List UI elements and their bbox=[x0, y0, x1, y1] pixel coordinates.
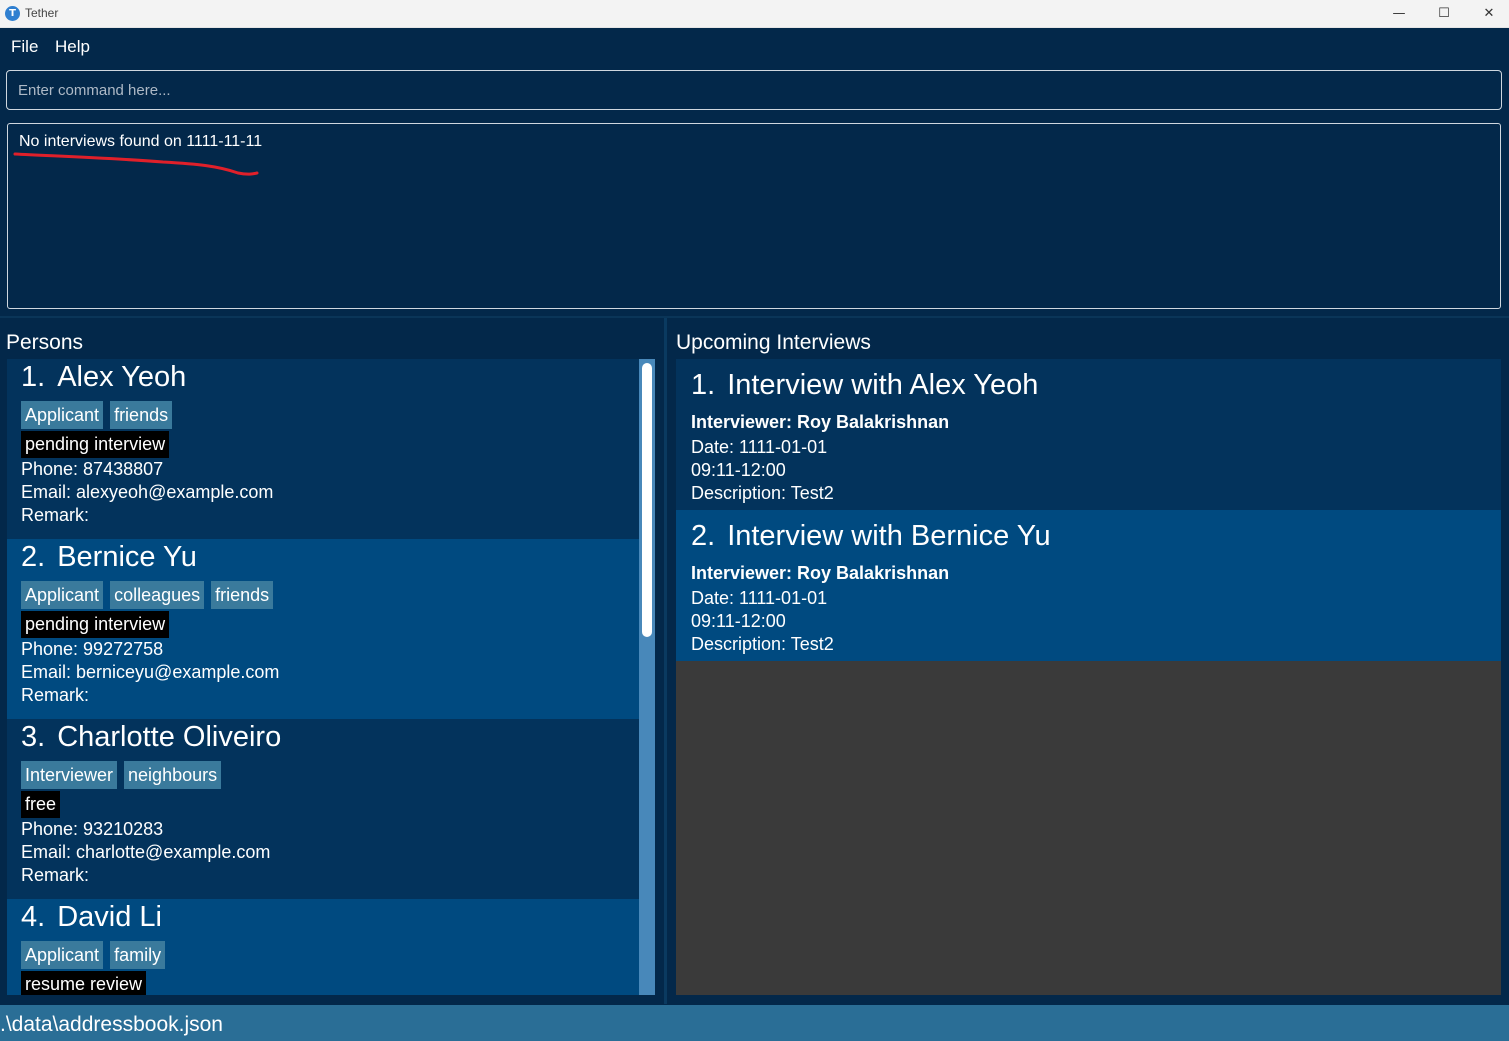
status-bar: .\data\addressbook.json bbox=[0, 1005, 1509, 1041]
interview-title: 1. Interview with Alex Yeoh bbox=[691, 369, 1038, 402]
interview-index: 2. bbox=[691, 520, 716, 552]
menu-file[interactable]: File bbox=[11, 37, 38, 57]
person-card[interactable]: 2. Bernice Yu Applicant colleagues friends pe… bbox=[7, 539, 639, 719]
interview-title-text: Interview with Bernice Yu bbox=[727, 520, 1051, 552]
person-card[interactable]: 4. David Li Applicant family resume review bbox=[7, 899, 639, 995]
person-index: 3. bbox=[21, 721, 46, 753]
person-tag: Applicant bbox=[21, 941, 104, 969]
menu-bar: File Help bbox=[0, 29, 1509, 65]
red-underline-annotation bbox=[13, 152, 259, 176]
interview-title: 2. Interview with Bernice Yu bbox=[691, 520, 1051, 553]
person-tag: neighbours bbox=[124, 761, 222, 789]
result-message: No interviews found on 1111-11-11 bbox=[19, 133, 263, 150]
person-tag: Applicant bbox=[21, 401, 104, 429]
interview-card[interactable]: 1. Interview with Alex Yeoh Interviewer: R… bbox=[676, 359, 1501, 510]
person-card[interactable]: 3. Charlotte Oliveiro Interviewer neighbour… bbox=[7, 719, 639, 899]
interview-description: Description: Test2 bbox=[691, 634, 834, 654]
person-tags: Interviewer neighbours bbox=[21, 761, 222, 789]
scrollbar-thumb[interactable] bbox=[642, 363, 652, 637]
person-name-text: Alex Yeoh bbox=[57, 361, 187, 393]
person-index: 2. bbox=[21, 541, 46, 573]
data-file-path: .\data\addressbook.json bbox=[0, 1013, 223, 1036]
person-tag: colleagues bbox=[110, 581, 205, 609]
person-remark: Remark: bbox=[21, 865, 90, 885]
interview-interviewer: Interviewer: Roy Balakrishnan bbox=[691, 563, 950, 583]
person-phone: Phone: 99272758 bbox=[21, 639, 164, 659]
interview-list[interactable]: 1. Interview with Alex Yeoh Interviewer: R… bbox=[676, 359, 1501, 995]
person-status-badge: free bbox=[21, 791, 61, 818]
interviews-panel-title: Upcoming Interviews bbox=[676, 331, 871, 354]
command-input[interactable] bbox=[7, 71, 1501, 109]
person-remark: Remark: bbox=[21, 505, 90, 525]
interview-title-text: Interview with Alex Yeoh bbox=[727, 369, 1039, 401]
person-list-scrollbar[interactable] bbox=[639, 359, 655, 995]
menu-help[interactable]: Help bbox=[55, 37, 90, 57]
person-name-text: David Li bbox=[57, 901, 162, 933]
interview-time: 09:11-12:00 bbox=[691, 611, 786, 631]
person-phone: Phone: 87438807 bbox=[21, 459, 164, 479]
person-list[interactable]: 1. Alex Yeoh Applicant friends pending inter… bbox=[7, 359, 639, 995]
interview-date: Date: 1111-01-01 bbox=[691, 588, 828, 608]
person-tag: friends bbox=[110, 401, 173, 429]
person-tag: Interviewer bbox=[21, 761, 118, 789]
person-card[interactable]: 1. Alex Yeoh Applicant friends pending inter… bbox=[7, 359, 639, 539]
person-tag: family bbox=[110, 941, 166, 969]
interview-interviewer: Interviewer: Roy Balakrishnan bbox=[691, 412, 950, 432]
person-tag: Applicant bbox=[21, 581, 104, 609]
interview-date: Date: 1111-01-01 bbox=[691, 437, 828, 457]
minimize-button[interactable]: — bbox=[1376, 0, 1422, 28]
person-name: 4. David Li bbox=[21, 901, 162, 934]
person-tags: Applicant friends bbox=[21, 401, 173, 429]
person-name-text: Charlotte Oliveiro bbox=[57, 721, 282, 753]
person-status-badge: pending interview bbox=[21, 431, 170, 458]
person-index: 4. bbox=[21, 901, 46, 933]
maximize-button[interactable]: ☐ bbox=[1421, 0, 1467, 28]
window-title: Tether bbox=[25, 6, 59, 20]
interview-card[interactable]: 2. Interview with Bernice Yu Interviewer: … bbox=[676, 510, 1501, 661]
panel-divider bbox=[0, 316, 1509, 318]
person-tags: Applicant colleagues friends bbox=[21, 581, 274, 609]
person-name: 2. Bernice Yu bbox=[21, 541, 197, 574]
person-status-badge: pending interview bbox=[21, 611, 170, 638]
person-email: Email: berniceyu@example.com bbox=[21, 662, 280, 682]
person-tag: friends bbox=[211, 581, 274, 609]
person-name: 1. Alex Yeoh bbox=[21, 361, 186, 394]
split-pane-divider[interactable] bbox=[664, 318, 667, 1004]
person-phone: Phone: 93210283 bbox=[21, 819, 164, 839]
persons-panel-title: Persons bbox=[6, 331, 84, 354]
person-index: 1. bbox=[21, 361, 46, 393]
person-remark: Remark: bbox=[21, 685, 90, 705]
command-box bbox=[6, 70, 1502, 110]
close-button[interactable]: ✕ bbox=[1466, 0, 1509, 28]
person-tags: Applicant family bbox=[21, 941, 166, 969]
window-titlebar: T Tether — ☐ ✕ bbox=[0, 0, 1509, 28]
person-name: 3. Charlotte Oliveiro bbox=[21, 721, 281, 754]
interview-index: 1. bbox=[691, 369, 716, 401]
interview-time: 09:11-12:00 bbox=[691, 460, 786, 480]
person-name-text: Bernice Yu bbox=[57, 541, 197, 573]
interview-description: Description: Test2 bbox=[691, 483, 834, 503]
person-email: Email: alexyeoh@example.com bbox=[21, 482, 274, 502]
person-status-badge: resume review bbox=[21, 971, 147, 995]
person-email: Email: charlotte@example.com bbox=[21, 842, 271, 862]
app-logo-icon: T bbox=[5, 6, 20, 21]
